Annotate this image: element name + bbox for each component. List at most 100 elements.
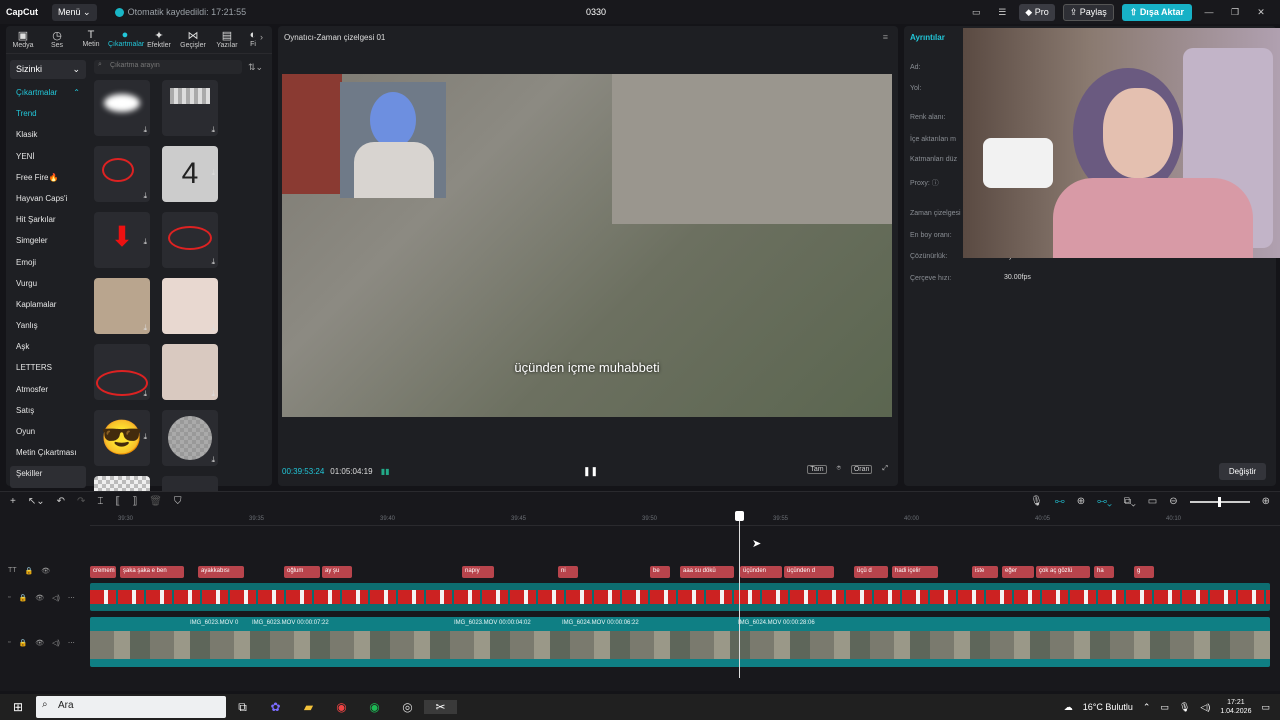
zoom-slider-handle[interactable] (1217, 496, 1221, 507)
snapshot-icon[interactable]: ⌾ (835, 465, 843, 474)
zoom-in-icon[interactable]: ⊕ (1262, 496, 1270, 507)
playhead[interactable] (739, 512, 740, 678)
category-item[interactable]: Kaplamalar (10, 297, 86, 318)
lock-icon[interactable]: 🔒 (25, 567, 34, 575)
download-icon[interactable]: ⤓ (211, 455, 215, 465)
video-preview[interactable]: üçünden içme muhabbeti (282, 74, 892, 417)
category-item[interactable]: Yanlış (10, 318, 86, 339)
zoom-slider[interactable] (1189, 496, 1250, 507)
download-icon[interactable]: ⤓ (211, 257, 215, 267)
split-icon[interactable]: ⌶ (97, 496, 103, 507)
sticker-item[interactable]: ⤓ (162, 278, 218, 334)
volume-icon[interactable]: ◁) (1200, 702, 1210, 713)
audio-icon[interactable]: ◁) (52, 594, 60, 602)
change-button[interactable]: Değiştir (1218, 463, 1266, 480)
category-item[interactable]: Atmosfer (10, 382, 86, 403)
sticker-item[interactable]: ⤓ (94, 146, 150, 202)
zoom-out-icon[interactable]: ⊖ (1169, 496, 1177, 507)
network-icon[interactable]: ▭ (1160, 702, 1169, 713)
text-clip[interactable]: oğlum (284, 566, 320, 578)
category-dropdown[interactable]: Sizinki ⌄ (10, 60, 86, 79)
category-item[interactable]: Aşk (10, 339, 86, 360)
full-quality-button[interactable]: Tam (807, 465, 827, 474)
copilot-icon[interactable]: ✿ (259, 700, 292, 714)
category-item[interactable]: Simgeler (10, 233, 86, 254)
tab-audio[interactable]: ◷ Ses (40, 26, 74, 53)
file-explorer-icon[interactable]: ▰ (292, 700, 325, 714)
text-clip[interactable]: be (650, 566, 670, 578)
download-icon[interactable]: ⤓ (143, 323, 147, 333)
playhead-handle[interactable] (735, 511, 744, 521)
notification-icon[interactable]: ▭ (1261, 702, 1270, 713)
text-clip[interactable]: ay şu (322, 566, 352, 578)
tab-captions[interactable]: ▤ Yazılar (210, 26, 244, 53)
text-clip[interactable]: eğer (1002, 566, 1034, 578)
sticker-item[interactable]: ⤓ (94, 344, 150, 400)
text-clip[interactable]: iste (972, 566, 998, 578)
download-icon[interactable]: ⤓ (143, 217, 147, 267)
category-item[interactable]: Klasik (10, 127, 86, 148)
more-icon[interactable]: ⋯ (68, 594, 75, 602)
lock-icon[interactable]: 🔒 (18, 594, 27, 602)
add-icon[interactable]: + (10, 496, 16, 507)
category-item[interactable]: Trend (10, 106, 86, 127)
share-button[interactable]: ⇪ Paylaş (1062, 3, 1114, 21)
text-clip[interactable]: g (1134, 566, 1154, 578)
pip-overlay[interactable] (340, 82, 446, 198)
spotify-icon[interactable]: ◉ (358, 700, 391, 714)
text-clip[interactable]: üçünden d (784, 566, 834, 578)
text-clip[interactable]: ayakkabısı (198, 566, 244, 578)
video-track[interactable]: IMG_6023.MOV 0 IMG_6023.MOV 00:00:07:22 … (90, 617, 1270, 667)
category-item[interactable]: Free Fire🔥 (10, 170, 86, 191)
sticker-item[interactable]: ⤓ (162, 410, 218, 466)
lock-icon[interactable]: 🔒 (18, 639, 27, 647)
category-item[interactable]: Satış (10, 403, 86, 424)
tabs-scroll-right-icon[interactable]: › (260, 32, 263, 42)
more-icon[interactable]: ⋯ (68, 639, 75, 647)
tab-text[interactable]: T Metin (74, 26, 108, 53)
sticker-item[interactable]: ⤓ (94, 278, 150, 334)
sticker-item[interactable]: ⤓ (94, 80, 150, 136)
pause-button[interactable]: ❚❚ (583, 466, 598, 477)
snap-icon[interactable]: ⊕ (1077, 496, 1085, 507)
menu-button[interactable]: Menü ⌄ (52, 3, 97, 21)
export-button[interactable]: ⇧ Dışa Aktar (1121, 3, 1192, 21)
shortcut-icon[interactable]: ☰ (993, 7, 1011, 18)
category-item[interactable]: YENİ (10, 149, 86, 170)
link-icon[interactable]: ⧟ (1055, 496, 1065, 507)
text-clip[interactable]: ha (1094, 566, 1114, 578)
download-icon[interactable]: ⤓ (211, 146, 215, 201)
text-clip[interactable]: çok aç gözlü (1036, 566, 1090, 578)
text-clip[interactable]: şaka şaka e ben (120, 566, 184, 578)
category-item[interactable]: LETTERS (10, 360, 86, 381)
preview-axis-icon[interactable]: ⧉⌄ (1124, 496, 1136, 507)
pro-button[interactable]: ◆ Pro (1019, 3, 1055, 21)
text-clip[interactable]: napıy (462, 566, 494, 578)
maximize-icon[interactable]: ❐ (1226, 7, 1244, 18)
microphone-icon[interactable]: 🎙 (1030, 496, 1043, 507)
category-item[interactable]: Hayvan Caps'i (10, 191, 86, 212)
tab-media[interactable]: ▣ Medya (6, 26, 40, 53)
chrome-icon[interactable]: ◉ (325, 700, 358, 714)
download-icon[interactable]: ⤓ (143, 125, 147, 135)
download-icon[interactable]: ⤓ (143, 389, 147, 399)
sticker-item[interactable]: ⬇ ⤓ (94, 212, 150, 268)
tab-transitions[interactable]: ⋈ Geçişler (176, 26, 210, 53)
taskbar-search[interactable]: ⌕ Ara (36, 696, 226, 718)
fullscreen-icon[interactable]: ⤢ (880, 465, 890, 474)
text-clip[interactable]: cremem (90, 566, 116, 578)
text-clip[interactable]: üçü d (854, 566, 888, 578)
split-right-icon[interactable]: ⟧ (132, 496, 137, 507)
category-item[interactable]: Oyun (10, 424, 86, 445)
audio-icon[interactable]: ◁) (52, 639, 60, 647)
category-item[interactable]: Emoji (10, 255, 86, 276)
download-icon[interactable]: ⤓ (143, 191, 147, 201)
select-tool-icon[interactable]: ↖⌄ (28, 496, 45, 507)
text-clip[interactable]: hadi içelir (892, 566, 938, 578)
obs-icon[interactable]: ◎ (391, 700, 424, 714)
close-icon[interactable]: ✕ (1252, 7, 1270, 18)
sticker-search-input[interactable]: ⌕ Çıkartma arayın (94, 60, 242, 74)
ratio-button[interactable]: Oran (850, 465, 873, 474)
sticker-item[interactable]: 😎 ⤓ (94, 410, 150, 466)
tab-stickers[interactable]: ● Çıkartmalar (108, 26, 144, 53)
